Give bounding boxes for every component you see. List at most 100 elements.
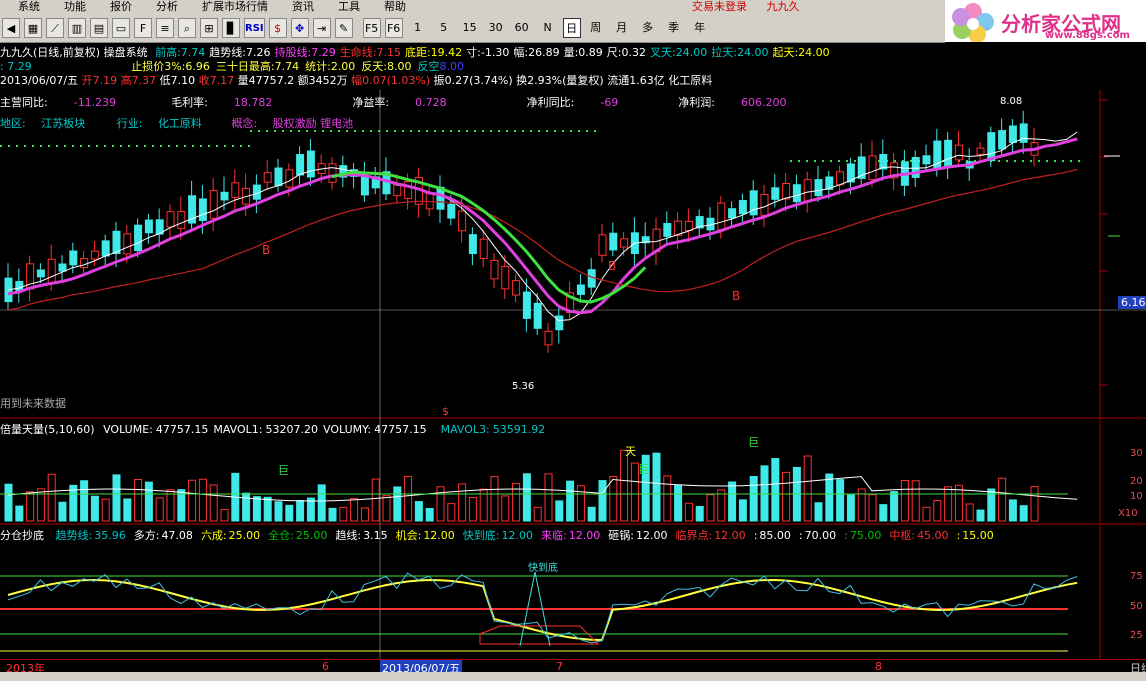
price-candle xyxy=(782,182,791,200)
dotted-level xyxy=(370,130,372,132)
volume-bar xyxy=(490,476,499,522)
dotted-level xyxy=(1038,160,1040,162)
volume-item-label: MAVOL3: xyxy=(440,423,490,436)
dotted-level xyxy=(298,130,300,132)
buy-signal: B xyxy=(732,289,740,303)
dotted-level xyxy=(24,145,26,147)
dotted-level xyxy=(32,145,34,147)
dotted-level xyxy=(200,145,202,147)
price-candle xyxy=(512,280,521,296)
volume-bar xyxy=(674,485,683,522)
volume-bar xyxy=(414,501,423,522)
indicator-item-label: 全仓: xyxy=(268,529,294,542)
volume-item-value: 47757.15 xyxy=(374,423,427,436)
indicator-item-value: 85.00 xyxy=(759,529,791,542)
price-candle xyxy=(879,154,888,170)
indicator-item-label: 砸锅: xyxy=(608,529,634,542)
dotted-level xyxy=(224,145,226,147)
price-candle xyxy=(80,258,89,269)
indicator-item-value: 75.00 xyxy=(849,529,882,542)
dotted-level xyxy=(250,130,252,132)
low-mark-label: 5.36 xyxy=(512,381,534,392)
volume-bar xyxy=(836,479,845,522)
volume-bar xyxy=(328,507,337,522)
dotted-level xyxy=(216,145,218,147)
price-tag: 6.16 xyxy=(1118,296,1146,309)
volume-bar xyxy=(544,473,553,522)
volume-bar xyxy=(533,506,542,522)
dotted-level xyxy=(506,130,508,132)
volume-bar xyxy=(760,465,769,522)
volume-bar xyxy=(911,480,920,522)
price-candle xyxy=(738,200,747,215)
buy-signal: B xyxy=(608,259,616,273)
dotted-level xyxy=(96,145,98,147)
volume-bar xyxy=(296,500,305,522)
volume-bar xyxy=(123,498,132,522)
volume-bar xyxy=(900,480,909,522)
price-candle xyxy=(1008,125,1017,143)
volume-mark: 天 xyxy=(625,445,636,458)
volume-bar xyxy=(69,484,78,522)
indicator-axis-label: 75 xyxy=(1130,571,1143,582)
volume-mark: 巨 xyxy=(748,436,759,449)
dotted-level xyxy=(152,145,154,147)
dotted-level xyxy=(338,130,340,132)
price-candle xyxy=(112,230,121,255)
volume-mark: 巨 xyxy=(638,463,649,476)
dotted-level xyxy=(554,130,556,132)
volume-axis-label: 30 xyxy=(1130,448,1143,459)
volume-bar xyxy=(620,449,629,522)
price-candle xyxy=(868,155,877,180)
volume-bar xyxy=(263,496,272,522)
price-candle xyxy=(36,269,45,278)
volume-item-label: MAVOL1: xyxy=(213,423,263,436)
dotted-level xyxy=(0,145,2,147)
bottom-zone-box xyxy=(479,625,600,645)
volume-bar xyxy=(458,483,467,522)
volume-bar xyxy=(609,475,618,522)
price-candle xyxy=(177,211,186,230)
dotted-level xyxy=(498,130,500,132)
future-data-note: 用到未来数据 xyxy=(0,397,66,410)
dotted-level xyxy=(80,145,82,147)
volume-bar xyxy=(522,473,531,522)
volume-bar xyxy=(144,481,153,522)
dotted-level xyxy=(562,130,564,132)
chart-canvas: 8.085.36BBB$巨天巨巨302010X10快到底755025 xyxy=(0,90,1146,660)
indicator-item-value: 12.00 xyxy=(635,529,668,542)
bottom-tab-strip[interactable] xyxy=(0,672,1146,681)
price-candle xyxy=(792,184,801,203)
volume-bar xyxy=(15,505,24,522)
dotted-level xyxy=(282,130,284,132)
indicator-item-value: 25.00 xyxy=(295,529,328,542)
dotted-level xyxy=(72,145,74,147)
price-candle xyxy=(501,265,510,290)
volume-bar xyxy=(350,498,359,522)
volume-bar xyxy=(274,501,283,522)
volume-bar xyxy=(306,497,315,522)
indicator-item-label: : xyxy=(753,529,758,542)
volume-bar xyxy=(317,484,326,522)
price-candle xyxy=(285,169,294,188)
volume-bar xyxy=(663,475,672,522)
volume-bar xyxy=(868,494,877,522)
buy-signal: B xyxy=(262,243,270,257)
dotted-level xyxy=(1014,160,1016,162)
volume-bar xyxy=(1030,486,1039,522)
volume-bar xyxy=(80,480,89,522)
volume-bar xyxy=(566,480,575,522)
indicator-title: 分仓抄底 xyxy=(0,529,44,542)
dotted-level xyxy=(1006,160,1008,162)
dotted-level xyxy=(104,145,106,147)
indicator-item-value: 12.00 xyxy=(714,529,746,542)
dotted-level xyxy=(346,130,348,132)
dotted-level xyxy=(402,130,404,132)
price-candle xyxy=(771,187,780,200)
dotted-level xyxy=(168,145,170,147)
dotted-level xyxy=(232,145,234,147)
dotted-level xyxy=(1030,160,1032,162)
indicator-item-label: 快到底: xyxy=(462,529,500,542)
high-mark-label: 8.08 xyxy=(1000,96,1022,107)
green-support-line xyxy=(331,170,647,304)
